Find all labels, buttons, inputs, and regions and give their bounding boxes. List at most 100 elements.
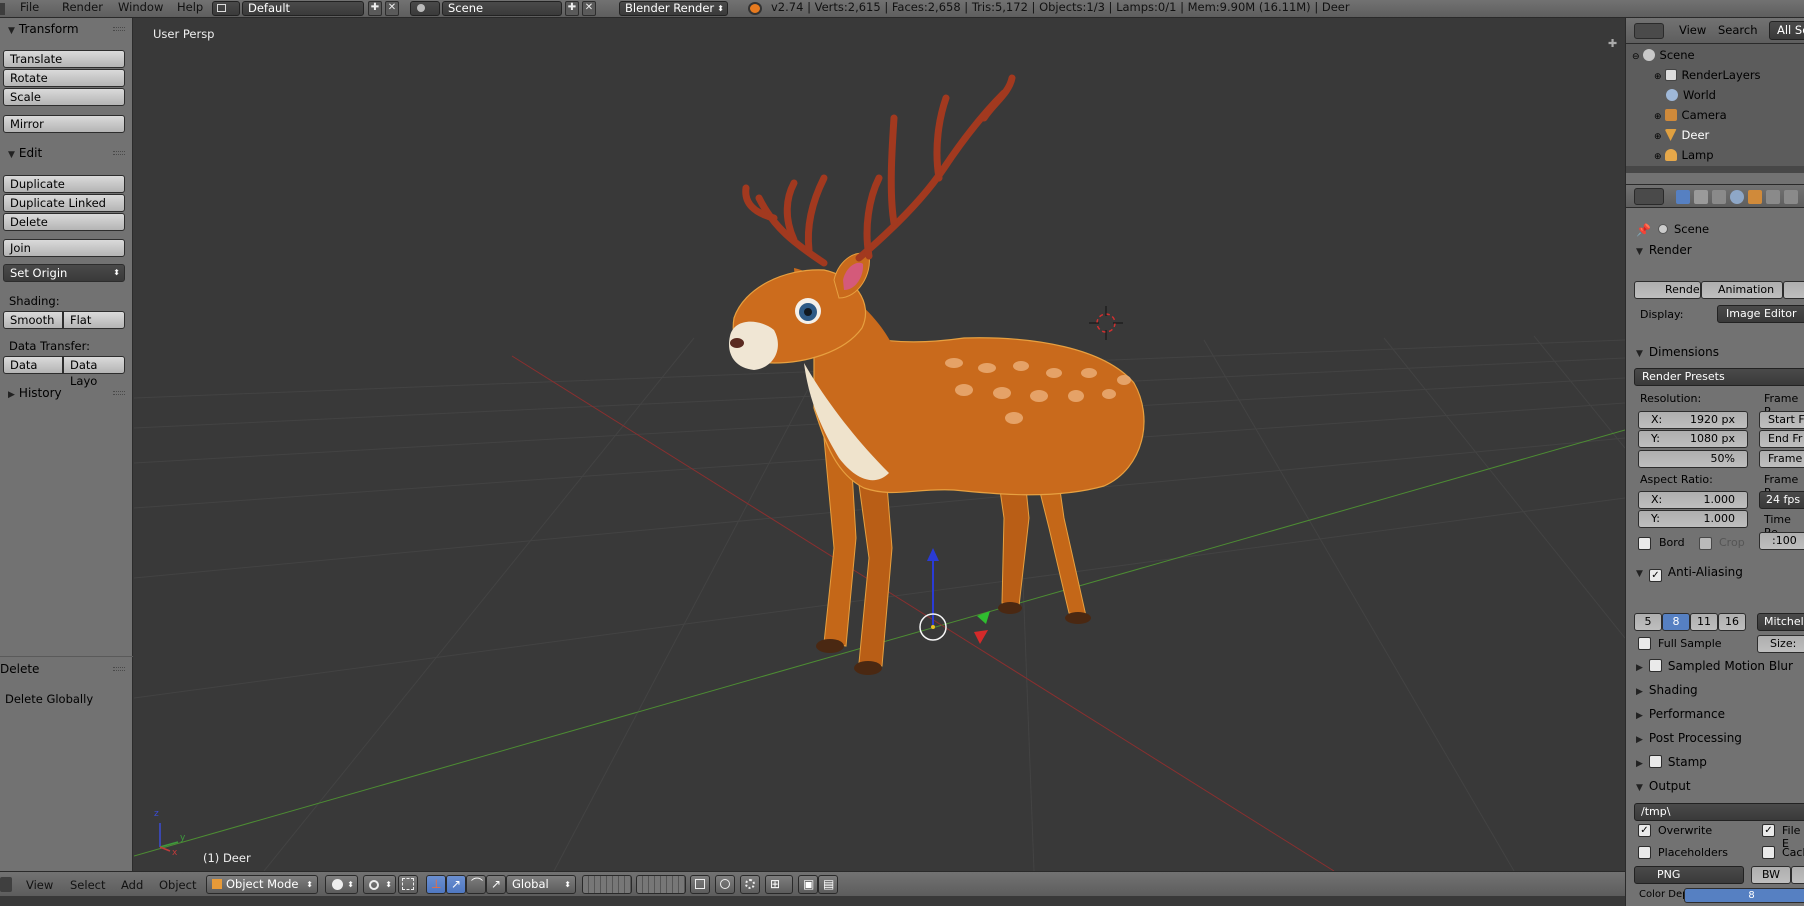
editor-type-icon[interactable] [0, 3, 5, 15]
render-tab-icon[interactable] [1676, 190, 1690, 204]
remove-screen-button[interactable]: ✕ [385, 1, 399, 16]
outliner-view-menu[interactable]: View [1679, 23, 1706, 37]
outliner-item-renderlayers[interactable]: ⊕ RenderLayers [1654, 65, 1761, 85]
mode-dropdown[interactable]: Object Mode ⬍ [206, 875, 318, 894]
aa-size-field[interactable]: Size: [1757, 635, 1804, 653]
aspect-y-field[interactable]: Y: 1.000 [1638, 510, 1748, 528]
aa-samples-11[interactable]: 11 [1690, 613, 1718, 631]
scene-layers-group-2[interactable] [636, 875, 686, 894]
x-manipulator-head-icon[interactable] [974, 630, 988, 644]
scene-field[interactable]: Scene [442, 1, 562, 16]
translate-manipulator-button[interactable]: ⊥ [426, 875, 446, 894]
set-origin-dropdown[interactable]: Set Origin ⬍ [3, 264, 125, 282]
render-engine-dropdown[interactable]: Blender Render ⬍ [619, 1, 728, 16]
operator-panel-header[interactable]: Delete [0, 658, 133, 680]
aa-samples-16[interactable]: 16 [1718, 613, 1746, 631]
constraints-tab-icon[interactable] [1766, 190, 1780, 204]
scene-layers-group-1[interactable] [582, 875, 632, 894]
outliner-display-mode-dropdown[interactable]: All Sc [1769, 21, 1804, 40]
menu-file[interactable]: File [20, 0, 39, 18]
aa-filter-dropdown[interactable]: Mitchell [1757, 613, 1804, 631]
screen-layout-field[interactable]: Default [242, 1, 364, 16]
opengl-render-button[interactable]: ▣ [798, 875, 818, 894]
resolution-x-field[interactable]: X: 1920 px [1638, 411, 1748, 429]
viewport-shading-dropdown[interactable]: ⬍ [325, 875, 358, 894]
end-frame-field[interactable]: End Fr [1759, 430, 1804, 448]
3d-cursor-icon[interactable] [1089, 306, 1123, 340]
outliner-item-world[interactable]: World [1666, 85, 1716, 105]
stamp-panel-header[interactable]: ▶ Stamp [1626, 751, 1804, 773]
display-dropdown[interactable]: Image Editor [1717, 305, 1804, 323]
delete-globally-option[interactable]: Delete Globally [5, 692, 93, 706]
rotate-button[interactable]: Rotate [3, 69, 125, 87]
manipulator-toggle-button[interactable] [398, 875, 418, 894]
bw-color-button[interactable]: BW [1751, 866, 1791, 884]
performance-panel-header[interactable]: ▶ Performance [1626, 703, 1804, 725]
render-panel-header[interactable]: ▼ Render [1626, 239, 1804, 261]
menu-window[interactable]: Window [118, 0, 163, 18]
outliner-item-deer[interactable]: ⊕ Deer [1654, 125, 1709, 145]
output-path-field[interactable]: /tmp\ [1634, 803, 1804, 821]
drag-grip-icon[interactable] [113, 151, 125, 155]
render-layers-tab-icon[interactable] [1694, 190, 1708, 204]
properties-editor-type-icon[interactable] [1634, 188, 1664, 205]
anti-aliasing-panel-header[interactable]: ▼ ✓ Anti-Aliasing [1626, 561, 1804, 583]
full-sample-checkbox[interactable] [1638, 637, 1651, 650]
remove-scene-button[interactable]: ✕ [582, 1, 596, 16]
outliner-item-camera[interactable]: ⊕ Camera [1654, 105, 1727, 125]
anti-aliasing-checkbox[interactable]: ✓ [1648, 569, 1662, 582]
outliner[interactable]: View Search All Sc ⊖Scene ⊕RenderLayers … [1626, 18, 1804, 173]
resolution-y-field[interactable]: Y: 1080 px [1638, 430, 1748, 448]
data-layout-button[interactable]: Data Layo [63, 356, 125, 388]
render-image-button[interactable]: Render [1634, 281, 1701, 299]
outliner-scrollbar[interactable] [1626, 166, 1804, 173]
duplicate-linked-button[interactable]: Duplicate Linked [3, 194, 125, 212]
add-menu[interactable]: Add [121, 876, 143, 894]
object-menu[interactable]: Object [159, 876, 196, 894]
cache-checkbox[interactable] [1762, 846, 1775, 859]
dimensions-panel-header[interactable]: ▼ Dimensions [1626, 341, 1804, 363]
motion-blur-checkbox[interactable] [1648, 659, 1662, 672]
menu-help[interactable]: Help [177, 0, 203, 18]
aa-samples-8[interactable]: 8 [1662, 613, 1690, 631]
view-menu[interactable]: View [26, 876, 53, 894]
object-tab-icon[interactable] [1748, 190, 1762, 204]
delete-button[interactable]: Delete [3, 213, 125, 231]
outliner-search-menu[interactable]: Search [1718, 23, 1758, 37]
rgb-color-button[interactable] [1791, 866, 1804, 884]
time-remap-field[interactable]: :100 [1759, 532, 1804, 550]
file-extensions-checkbox[interactable]: ✓ [1762, 824, 1775, 837]
transform-orientation-dropdown[interactable]: Global ⬍ [506, 875, 576, 894]
aa-samples-5[interactable]: 5 [1634, 613, 1662, 631]
add-screen-button[interactable]: ✚ [368, 1, 382, 16]
overwrite-checkbox[interactable]: ✓ [1638, 824, 1651, 837]
outliner-editor-type-icon[interactable] [1634, 23, 1664, 39]
panel-transform-header[interactable]: ▼ Transform [0, 18, 133, 40]
opengl-animation-button[interactable]: ▤ [818, 875, 838, 894]
aspect-x-field[interactable]: X: 1.000 [1638, 491, 1748, 509]
stamp-checkbox[interactable] [1648, 755, 1662, 768]
proportional-editing-button[interactable] [740, 875, 760, 894]
lock-layers-button[interactable] [690, 875, 710, 894]
drag-grip-icon[interactable] [113, 27, 125, 31]
3d-viewport[interactable]: z y x User Persp (1) Deer ✚ [134, 18, 1625, 871]
modifiers-tab-icon[interactable] [1784, 190, 1798, 204]
pivot-point-dropdown[interactable]: ⬍ [363, 875, 396, 894]
editor-type-icon[interactable] [0, 877, 12, 892]
region-toggle-icon[interactable]: ✚ [1608, 38, 1618, 49]
scale-manipulator-button[interactable]: ⌒ [466, 875, 486, 894]
pin-icon[interactable]: 📌 [1636, 223, 1651, 237]
data-button[interactable]: Data [3, 356, 63, 374]
duplicate-button[interactable]: Duplicate [3, 175, 125, 193]
scene-tab-icon[interactable] [1712, 190, 1726, 204]
output-panel-header[interactable]: ▼ Output [1626, 775, 1804, 797]
rotate-manipulator-button[interactable]: ↗ [446, 875, 466, 894]
menu-render[interactable]: Render [62, 0, 103, 18]
mirror-button[interactable]: Mirror [3, 115, 125, 133]
drag-grip-icon[interactable] [113, 667, 125, 671]
sampled-motion-blur-panel-header[interactable]: ▶ Sampled Motion Blur [1626, 655, 1804, 677]
world-tab-icon[interactable] [1730, 190, 1744, 204]
shading-panel-header[interactable]: ▶ Shading [1626, 679, 1804, 701]
color-depth-8-button[interactable]: 8 [1684, 888, 1804, 903]
render-presets-dropdown[interactable]: Render Presets [1634, 368, 1804, 386]
